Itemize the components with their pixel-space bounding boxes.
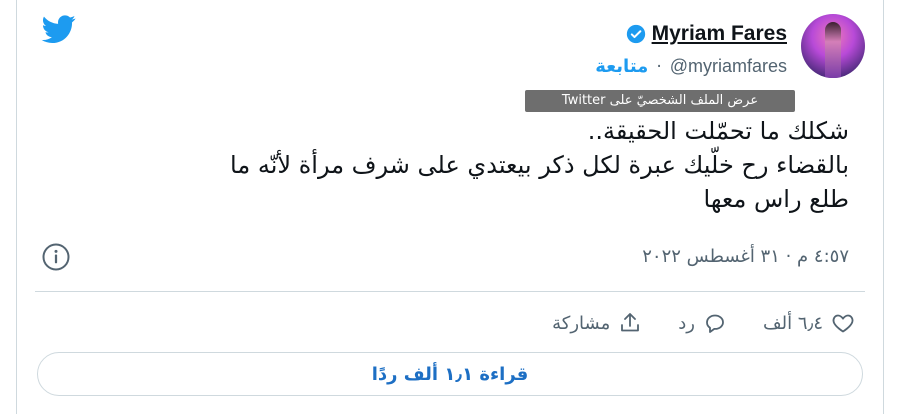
read-replies-button[interactable]: قراءة ١٫١ ألف ردًا: [37, 352, 863, 396]
tweet-line: شكلك ما تحمّلت الحقيقة..: [587, 117, 849, 145]
tweet-card: Myriam Fares متابعة · @myriamfares عرض ا…: [16, 0, 884, 414]
heart-icon: [832, 314, 854, 333]
info-icon[interactable]: [41, 242, 71, 272]
author-name[interactable]: Myriam Fares: [652, 22, 787, 46]
author-handle[interactable]: @myriamfares: [670, 56, 787, 77]
follow-button[interactable]: متابعة: [595, 56, 648, 77]
profile-tooltip: عرض الملف الشخصيّ على Twitter: [525, 90, 795, 112]
tweet-line: بالقضاء رح خلّيك عبرة لكل ذكر بيعتدي على…: [230, 151, 849, 179]
reply-label: رد: [678, 312, 695, 334]
tweet-line: طلع راس معها: [703, 185, 849, 213]
verified-badge-icon: [626, 24, 645, 44]
separator-dot: ·: [656, 56, 662, 77]
reply-icon: [706, 314, 724, 333]
tweet-actions: ٦٫٤ ألف رد مشاركة: [516, 308, 855, 338]
author-handle-row: متابعة · @myriamfares: [595, 56, 787, 77]
divider: [35, 291, 865, 292]
tweet-timestamp[interactable]: ٤:٥٧ م · ٣١ أغسطس ٢٠٢٢: [642, 246, 849, 267]
avatar[interactable]: [801, 14, 865, 78]
author-name-row: Myriam Fares: [626, 22, 787, 46]
reply-button[interactable]: رد: [678, 311, 727, 335]
twitter-bird-icon[interactable]: [39, 12, 79, 46]
like-button[interactable]: ٦٫٤ ألف: [763, 311, 855, 335]
tweet-text: شكلك ما تحمّلت الحقيقة.. بالقضاء رح خلّي…: [51, 114, 849, 216]
share-icon: [621, 313, 640, 332]
avatar-figure: [825, 22, 841, 78]
share-button[interactable]: مشاركة: [552, 311, 642, 335]
share-label: مشاركة: [552, 312, 611, 334]
like-count: ٦٫٤ ألف: [762, 312, 823, 334]
